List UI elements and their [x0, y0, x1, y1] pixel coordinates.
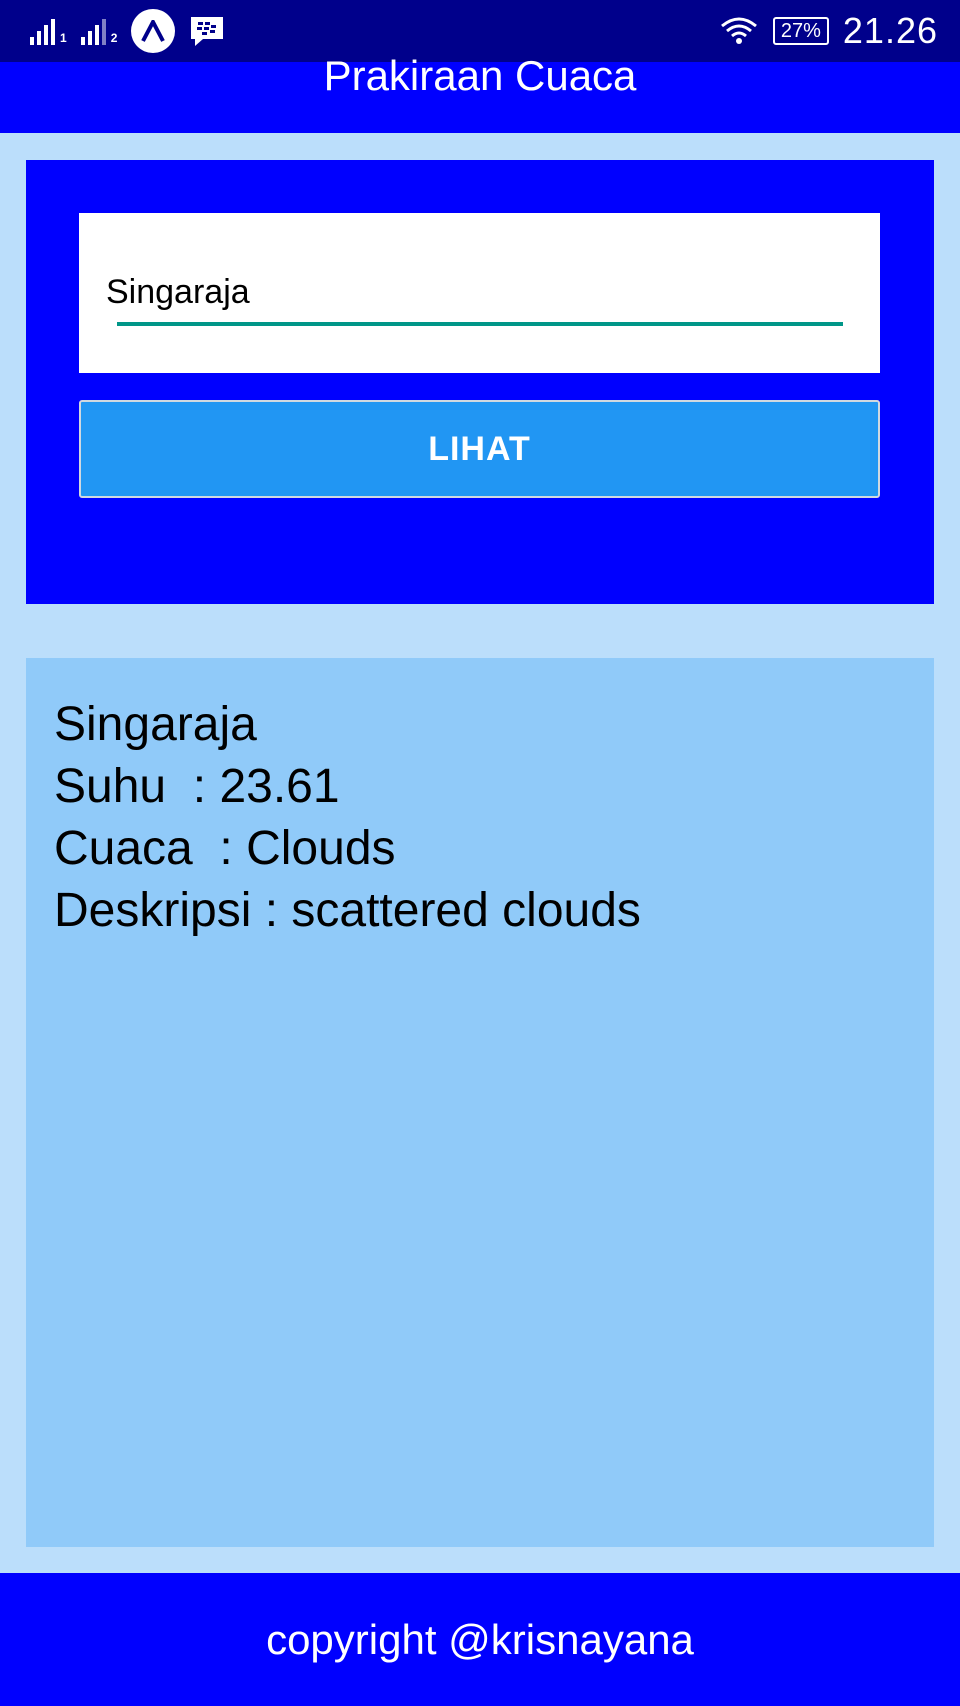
status-bar: 1 2 27% 21.26	[0, 0, 960, 62]
status-left: 1 2	[30, 9, 225, 53]
input-underline	[117, 322, 843, 326]
result-weather: Cuaca : Clouds	[54, 822, 396, 875]
result-temperature: Suhu : 23.61	[54, 760, 340, 813]
footer-copyright: copyright @krisnayana	[0, 1573, 960, 1706]
signal-sim2-icon: 2	[80, 17, 118, 45]
sim2-label: 2	[110, 31, 118, 45]
city-input-container[interactable]: Singaraja	[79, 213, 880, 373]
wifi-icon	[720, 17, 757, 44]
battery-indicator: 27%	[772, 17, 829, 45]
clock: 21.26	[842, 10, 938, 51]
lihat-button[interactable]: LIHAT	[79, 400, 880, 498]
city-input[interactable]: Singaraja	[106, 273, 250, 312]
page-title: Prakiraan Cuaca	[323, 56, 637, 94]
sim1-label: 1	[60, 31, 67, 45]
bbm-icon	[191, 17, 224, 46]
search-card: Singaraja LIHAT	[26, 160, 934, 604]
signal-sim1-icon: 1	[30, 17, 67, 45]
status-right: 27% 21.26	[719, 10, 938, 52]
result-description: Deskripsi : scattered clouds	[54, 884, 641, 937]
result-city: Singaraja	[54, 698, 257, 751]
weather-result-card: Singaraja Suhu : 23.61 Cuaca : Clouds De…	[26, 658, 934, 1547]
app-bar: Prakiraan Cuaca	[0, 56, 960, 133]
app-notification-icon	[131, 9, 176, 53]
